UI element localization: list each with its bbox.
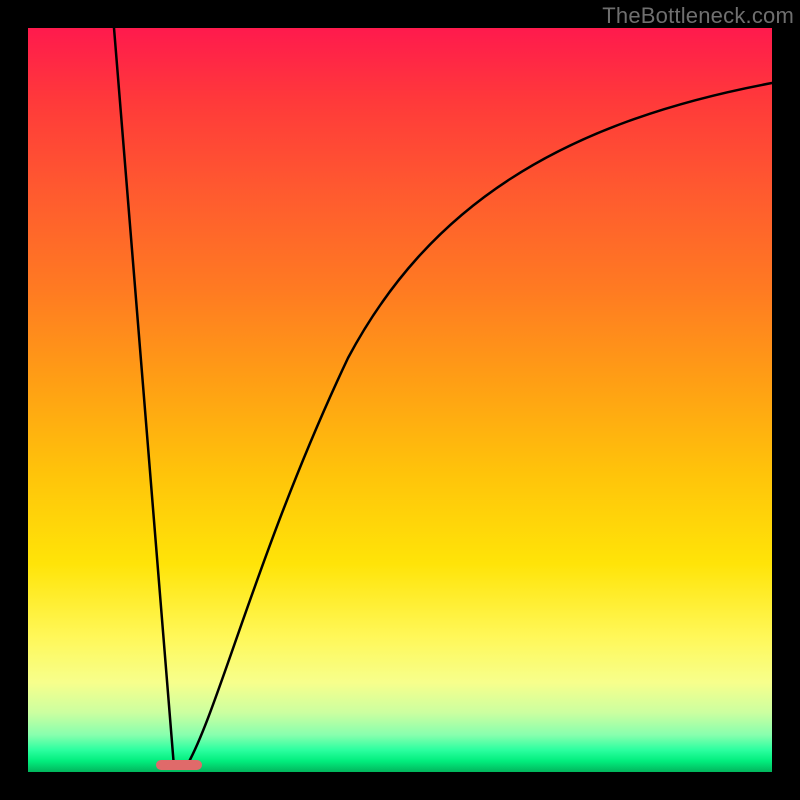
chart-frame: TheBottleneck.com	[0, 0, 800, 800]
optimal-range-marker	[156, 760, 202, 770]
curve-path	[114, 28, 772, 767]
watermark-text: TheBottleneck.com	[602, 3, 794, 29]
bottleneck-curve	[28, 28, 772, 772]
plot-area	[28, 28, 772, 772]
